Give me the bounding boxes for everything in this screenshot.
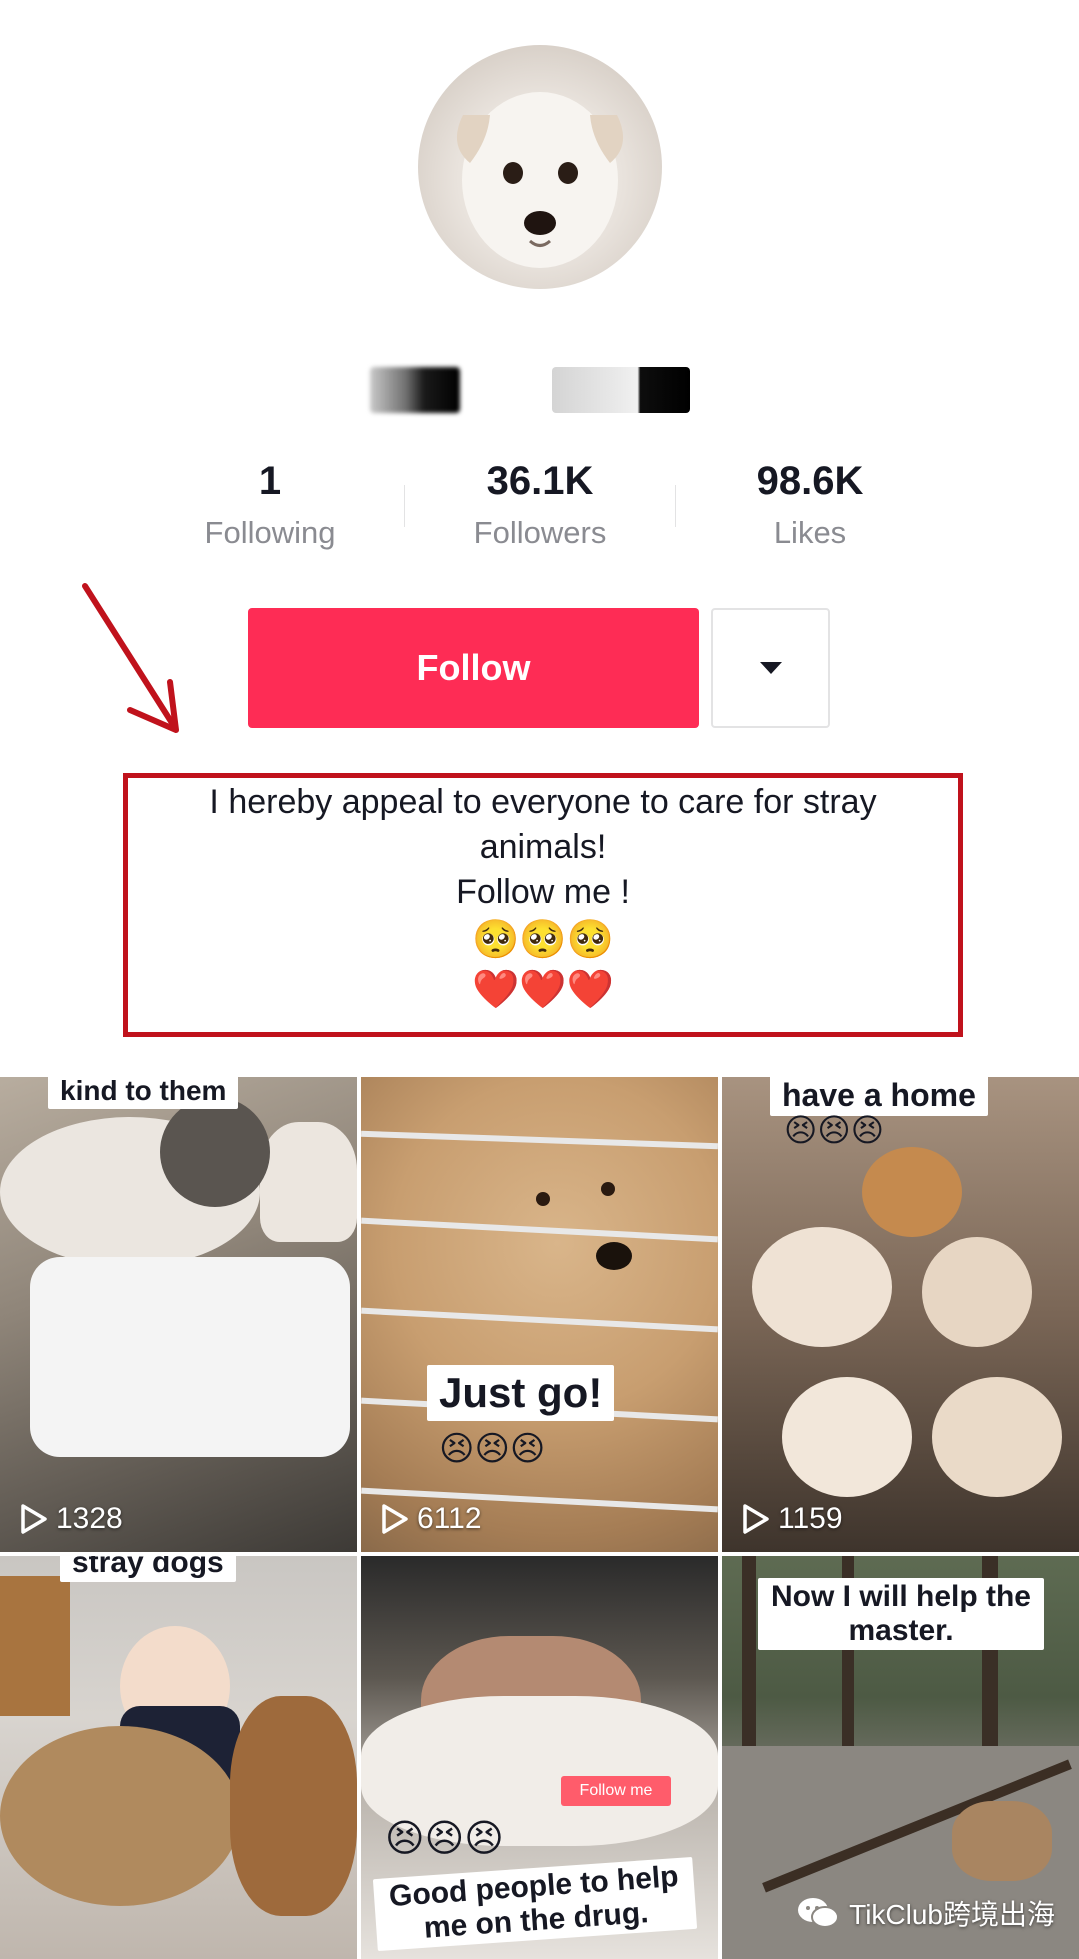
dog-shape	[0, 1726, 240, 1906]
puppy-shape	[752, 1227, 892, 1347]
bio-emoji-row: 🥺🥺🥺	[472, 919, 614, 961]
video-emoji: 😣😣😣	[784, 1112, 885, 1148]
stat-divider	[404, 485, 405, 527]
tree-trunk	[742, 1556, 756, 1756]
puppy-shape	[862, 1147, 962, 1237]
more-options-button[interactable]	[711, 608, 830, 728]
stat-divider	[675, 485, 676, 527]
video-thumbnail[interactable]: kind to them 1328	[0, 1077, 357, 1552]
video-thumbnail[interactable]: Now I will help the master. TikClub跨境出海	[722, 1556, 1079, 1959]
followers-count: 36.1K	[486, 459, 594, 503]
view-count-value: 6112	[417, 1502, 482, 1535]
cage-bar	[361, 1307, 718, 1333]
profile-bio: I hereby appeal to everyone to care for …	[123, 780, 963, 1015]
dog-nose	[596, 1242, 632, 1270]
video-emoji: 😣😣😣	[385, 1818, 504, 1860]
view-count-value: 1159	[778, 1502, 843, 1535]
dog-eye	[536, 1192, 550, 1206]
video-thumbnail[interactable]: Follow me 😣😣😣 Good people to help me on …	[361, 1556, 718, 1959]
puppy-shape	[922, 1237, 1032, 1347]
likes-count: 98.6K	[756, 459, 864, 503]
video-thumbnail[interactable]: Just go! 😣😣😣 6112	[361, 1077, 718, 1552]
head-shape	[160, 1097, 270, 1207]
annotation-arrow-icon	[82, 583, 179, 733]
username-redacted	[552, 367, 690, 413]
followers-label: Followers	[473, 515, 607, 550]
profile-stats: 1 Following 36.1K Followers 98.6K Likes	[0, 455, 1079, 565]
follow-button[interactable]: Follow	[248, 608, 699, 728]
following-count: 1	[258, 459, 282, 503]
dog-shape	[260, 1122, 357, 1242]
wechat-icon	[798, 1898, 840, 1928]
view-count: 6112	[381, 1502, 482, 1536]
video-thumbnail[interactable]: have a home 😣😣😣 1159	[722, 1077, 1079, 1552]
play-icon	[743, 1504, 769, 1534]
video-emoji: 😣😣😣	[439, 1430, 546, 1468]
stat-likes[interactable]: 98.6K Likes	[690, 455, 930, 551]
dog-shape	[230, 1696, 357, 1916]
play-icon	[21, 1504, 47, 1534]
stat-following[interactable]: 1 Following	[150, 455, 390, 551]
view-count: 1159	[742, 1502, 843, 1536]
bio-heart-row: ❤️❤️❤️	[472, 969, 614, 1011]
bio-line: I hereby appeal to everyone to care for …	[209, 783, 877, 821]
username-redacted	[370, 367, 460, 413]
cage-bar	[361, 1130, 718, 1150]
play-icon	[382, 1504, 408, 1534]
video-caption: kind to them	[48, 1077, 239, 1109]
video-caption: Now I will help the master.	[758, 1578, 1044, 1650]
view-count: 1328	[20, 1502, 123, 1536]
bio-line: animals!	[479, 828, 607, 866]
watermark: TikClub跨境出海	[797, 1893, 1055, 1933]
likes-label: Likes	[773, 515, 847, 550]
video-caption: Good people to help me on the drug.	[372, 1856, 698, 1952]
video-caption: stray dogs	[60, 1556, 236, 1582]
video-caption: Just go!	[427, 1365, 615, 1421]
puppy-avatar-image	[456, 92, 624, 268]
dog-shape	[952, 1801, 1052, 1881]
door-shape	[0, 1576, 70, 1716]
follow-me-badge: Follow me	[561, 1776, 671, 1806]
bio-line: Follow me !	[456, 873, 630, 911]
stat-followers[interactable]: 36.1K Followers	[420, 455, 660, 551]
video-thumbnail[interactable]: stray dogs	[0, 1556, 357, 1959]
shirt-shape	[30, 1257, 350, 1457]
view-count-value: 1328	[56, 1502, 123, 1535]
caret-down-icon	[759, 662, 782, 674]
puppy-shape	[932, 1377, 1062, 1497]
watermark-text: TikClub跨境出海	[849, 1899, 1055, 1930]
video-grid: kind to them 1328 Just go! 😣😣😣 6112 have…	[0, 1077, 1079, 1959]
puppy-shape	[782, 1377, 912, 1497]
following-label: Following	[204, 515, 336, 550]
dog-eye	[601, 1182, 615, 1196]
cage-bar	[361, 1217, 718, 1243]
profile-avatar[interactable]	[418, 45, 662, 289]
